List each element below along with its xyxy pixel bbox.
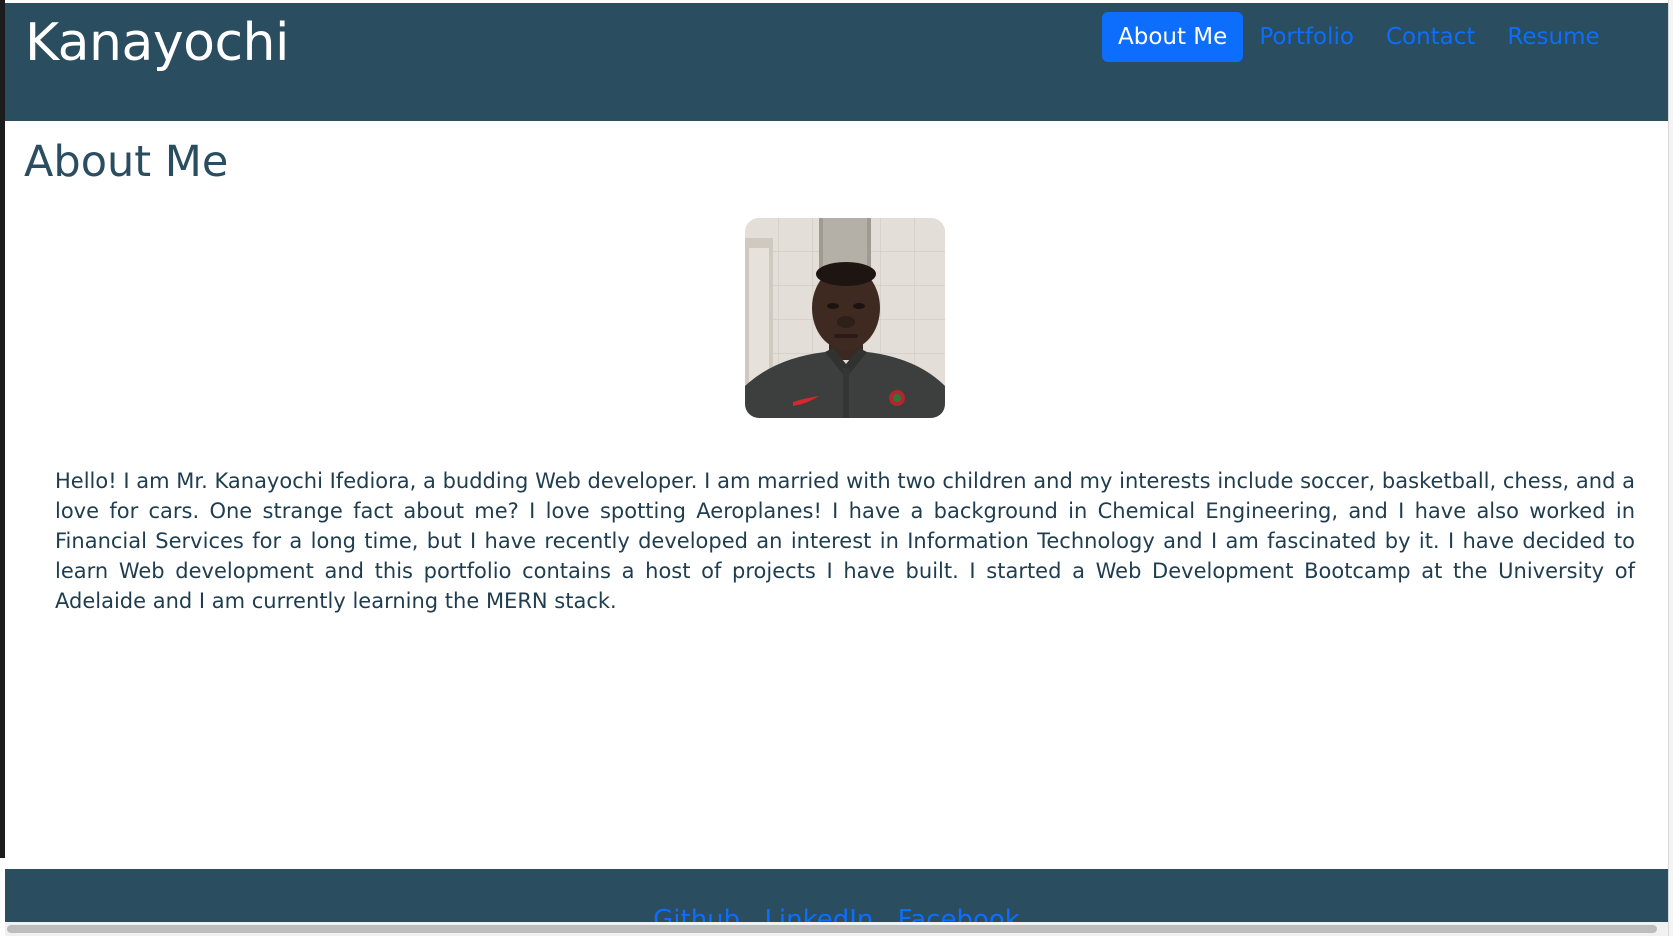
site-brand[interactable]: Kanayochi [25,13,289,73]
profile-photo-image [745,218,945,418]
main-content: About Me Hello! I am Mr. Kanayochi Ifedi… [5,121,1668,869]
page-title: About Me [24,137,229,187]
bio-paragraph: Hello! I am Mr. Kanayochi Ifediora, a bu… [55,469,1635,613]
scrollbar-thumb[interactable] [7,925,1657,933]
nav-contact[interactable]: Contact [1370,12,1491,62]
browser-viewport: Kanayochi About Me Portfolio Contact Res… [0,0,1673,936]
nav-portfolio[interactable]: Portfolio [1243,12,1370,62]
horizontal-scrollbar[interactable] [5,922,1668,936]
main-nav: About Me Portfolio Contact Resume [1102,12,1616,62]
page: Kanayochi About Me Portfolio Contact Res… [5,0,1668,936]
nav-resume[interactable]: Resume [1491,12,1615,62]
site-header: Kanayochi About Me Portfolio Contact Res… [5,3,1668,121]
window-edge-right [1668,0,1673,936]
profile-photo [745,218,945,418]
nav-about-me[interactable]: About Me [1102,12,1244,62]
